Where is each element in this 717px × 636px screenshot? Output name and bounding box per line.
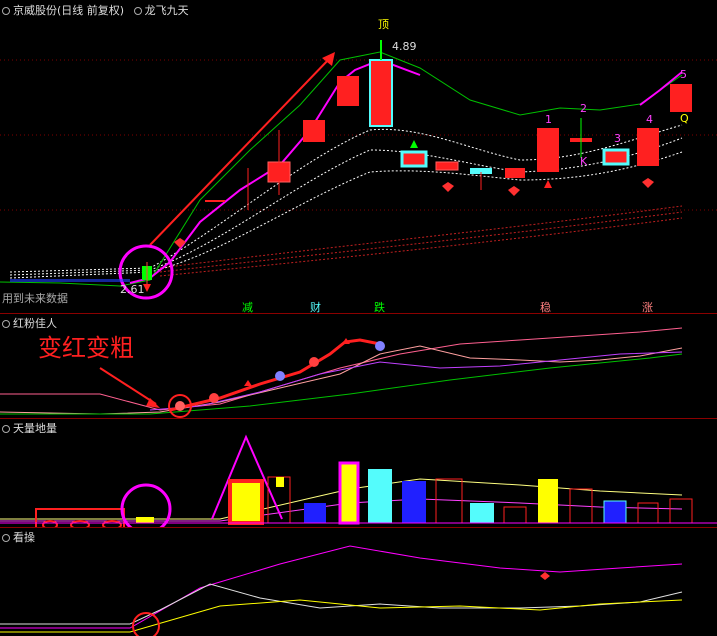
price-chart — [0, 40, 717, 300]
marker-cai: 财 — [310, 301, 321, 313]
marker-zhang: 涨 — [642, 301, 653, 313]
future-data-hint: 用到未来数据 — [2, 292, 68, 305]
low-price: 2.61 — [120, 283, 145, 296]
peak-price: 4.89 — [392, 40, 417, 53]
price-panel[interactable]: 顶 4.89 2.61 用到未来数据 1 2 3 4 5 K Q 减 财 跌 稳… — [0, 0, 717, 313]
volume-chart — [0, 434, 717, 527]
hongfen-panel[interactable]: 红粉佳人 变红变粗 — [0, 314, 717, 418]
letter-k: K — [580, 155, 588, 168]
count-label-1: 1 — [545, 113, 552, 126]
marker-jian: 减 — [242, 301, 253, 313]
annotation-text: 变红变粗 — [38, 334, 134, 362]
count-label-2: 2 — [580, 102, 587, 115]
kancao-chart — [0, 545, 683, 636]
marker-wen: 稳 — [540, 301, 551, 313]
count-label-3: 3 — [614, 132, 621, 145]
marker-die: 跌 — [374, 301, 385, 313]
count-label-5: 5 — [680, 68, 687, 81]
kancao-panel[interactable]: 看操 — [0, 528, 717, 636]
count-label-4: 4 — [646, 113, 653, 126]
volume-panel[interactable]: 天量地量 — [0, 419, 717, 527]
peak-label: 顶 — [378, 18, 389, 31]
letter-q: Q — [680, 112, 689, 125]
